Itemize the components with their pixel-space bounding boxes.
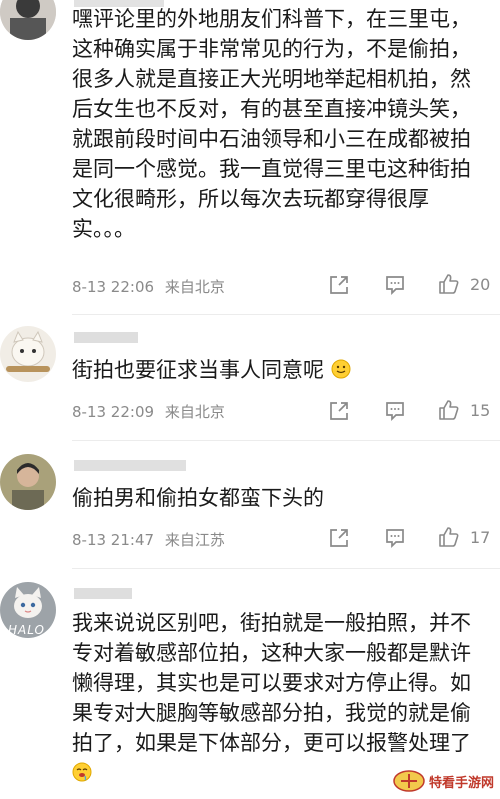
avatar[interactable] (0, 0, 56, 40)
share-button[interactable] (328, 527, 350, 549)
comment-text: 偷拍男和偷拍女都蛮下头的 (72, 486, 324, 510)
site-watermark: 特看手游网 (393, 769, 494, 793)
avatar[interactable] (0, 454, 56, 510)
comment-time: 8-13 21:47 (72, 531, 155, 549)
comment-text-content: 街拍也要征求当事人同意呢 (72, 358, 324, 382)
comment-text: 嘿评论里的外地朋友们科普下，在三里屯，这种确实属于非常常见的行为，不是偷拍，很多… (72, 7, 471, 241)
comment-meta: 8-13 21:47 来自江苏 (72, 529, 225, 550)
smile-emoji-icon (331, 359, 351, 379)
share-icon (330, 276, 348, 294)
like-count: 20 (470, 274, 491, 294)
comment-location: 来自北京 (164, 403, 225, 421)
comment-icon (386, 529, 404, 549)
share-button[interactable] (328, 400, 350, 422)
share-icon (330, 402, 348, 420)
watermark-logo-icon (393, 770, 425, 792)
like-count: 17 (470, 527, 491, 547)
comment-time: 8-13 22:06 (72, 278, 155, 296)
divider (72, 568, 500, 569)
comment-text: 我来说说区别吧，街拍就是一般拍照，并不专对着敏感部位拍，这种大家一般都是默许懒得… (72, 608, 490, 788)
like-count: 15 (470, 400, 491, 420)
like-button[interactable]: 17 (438, 526, 490, 548)
avatar-caption: HALO (8, 623, 45, 637)
username-blurred[interactable] (74, 588, 132, 599)
comment-icon (386, 276, 404, 296)
like-button[interactable]: 20 (438, 273, 490, 295)
username-blurred[interactable] (74, 332, 138, 343)
thumbs-up-icon (439, 400, 459, 420)
avatar[interactable] (0, 326, 56, 382)
comment-text-content: 我来说说区别吧，街拍就是一般拍照，并不专对着敏感部位拍，这种大家一般都是默许懒得… (72, 611, 471, 755)
comment-location: 来自江苏 (164, 531, 225, 549)
share-icon (330, 529, 348, 547)
comment-icon (386, 402, 404, 422)
comment-location: 来自北京 (164, 278, 225, 296)
like-button[interactable]: 15 (438, 399, 490, 421)
username-blurred[interactable] (74, 460, 186, 471)
divider (72, 440, 500, 441)
comment-meta: 8-13 22:09 来自北京 (72, 401, 225, 422)
divider (72, 314, 500, 315)
watermark-text: 特看手游网 (428, 775, 494, 791)
thumbs-up-icon (439, 527, 459, 547)
comment-meta: 8-13 22:06 来自北京 (72, 276, 225, 297)
avatar-image (0, 0, 56, 40)
drool-emoji-icon (72, 762, 92, 782)
comment-time: 8-13 22:09 (72, 403, 155, 421)
share-button[interactable] (328, 274, 350, 296)
reply-button[interactable] (384, 274, 406, 296)
comment-text: 街拍也要征求当事人同意呢 (72, 355, 490, 385)
reply-button[interactable] (384, 400, 406, 422)
reply-button[interactable] (384, 527, 406, 549)
avatar-image (0, 454, 56, 510)
thumbs-up-icon (439, 274, 459, 294)
avatar-image (0, 326, 56, 382)
